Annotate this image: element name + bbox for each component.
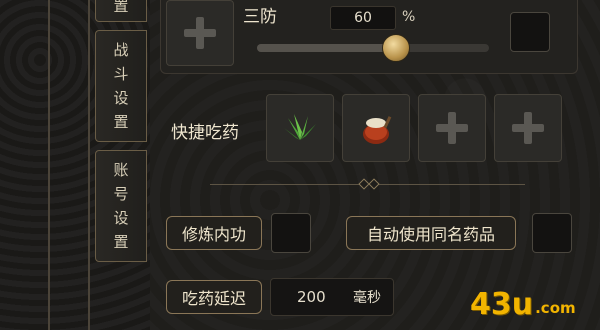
plus-icon [436,112,468,144]
tab-label: 账号设置 [113,161,129,251]
potion-pot-icon [363,116,392,144]
tab-label: 战斗设置 [113,41,129,131]
delay-unit: 毫秒 [353,290,381,306]
defense-percent-value: 60 [354,10,372,26]
tab-account-settings[interactable]: 账号设置 [95,150,147,262]
delay-label: 吃药延迟 [166,280,262,314]
percent-sign: % [402,9,416,25]
cultivate-checkbox[interactable] [271,213,311,253]
medicine-slot-1[interactable] [266,94,334,162]
slider-fill [257,44,397,52]
add-slot-top[interactable] [166,0,234,66]
auto-same-name-checkbox[interactable] [532,213,572,253]
watermark-suffix: .com [535,299,576,317]
defense-label: 三防 [243,7,277,27]
cultivate-option-label[interactable]: 修炼内功 [166,216,262,250]
cultivate-label-text: 修炼内功 [181,225,246,244]
site-watermark-logo: 43u .com [470,284,590,324]
slider-knob[interactable] [382,34,411,62]
tab-label: 置 [113,0,129,15]
medicine-slot-3[interactable] [418,94,486,162]
tab-settings-partial[interactable]: 置 [95,0,147,22]
tab-combat-settings[interactable]: 战斗设置 [95,30,147,142]
defense-checkbox[interactable] [510,12,550,52]
medicine-slot-2[interactable] [342,94,410,162]
left-rail-line [88,0,90,330]
defense-percent-input[interactable]: 60 [330,6,396,30]
delay-label-text: 吃药延迟 [181,289,246,308]
watermark-main: 43u [470,286,534,322]
auto-same-name-label-text: 自动使用同名药品 [366,225,495,244]
auto-same-name-option-label[interactable]: 自动使用同名药品 [346,216,516,250]
delay-input[interactable]: 200 毫秒 [270,278,394,316]
medicine-slot-4[interactable] [494,94,562,162]
plus-icon [512,112,544,144]
plus-icon [184,17,216,49]
herb-icon [284,114,316,140]
delay-value: 200 [297,288,326,306]
quick-medicine-label: 快捷吃药 [171,123,239,143]
left-rail-line [48,0,50,330]
defense-slider[interactable] [257,34,489,62]
